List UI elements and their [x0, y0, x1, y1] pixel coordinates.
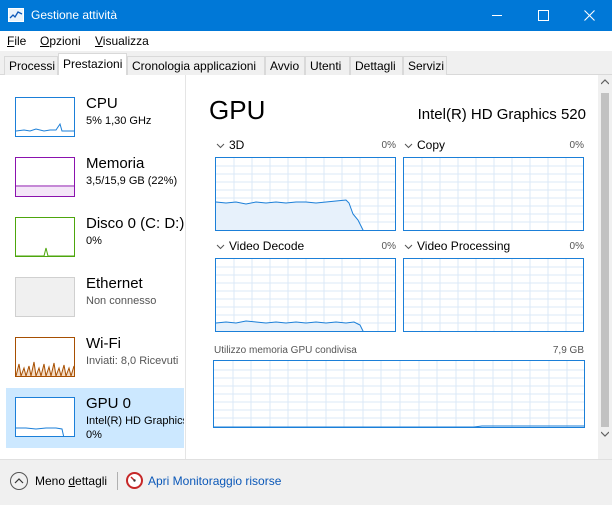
minimize-icon	[492, 15, 502, 16]
tab-processes[interactable]: Processi	[4, 56, 58, 75]
sidebar-subtitle: Inviati: 8,0 Ricevuti	[86, 355, 179, 367]
sidebar-item-cpu[interactable]: CPU 5% 1,30 GHz	[6, 88, 184, 148]
sidebar-subtitle: 5% 1,30 GHz	[86, 115, 152, 127]
tab-bar: Processi Prestazioni Cronologia applicaz…	[0, 51, 612, 76]
chevron-down-icon	[404, 138, 414, 152]
menu-options[interactable]: Opzioni	[40, 34, 81, 48]
graph-video-processing-plot	[404, 259, 583, 331]
sidebar-title: Wi-Fi	[86, 335, 121, 352]
graph-3d-plot	[216, 158, 395, 230]
engine-percent-video-decode: 0%	[381, 241, 396, 252]
ethernet-thumbnail	[15, 277, 75, 317]
graph-video-decode-plot	[216, 259, 395, 331]
tab-app-history[interactable]: Cronologia applicazioni	[127, 56, 265, 75]
menu-view[interactable]: Visualizza	[95, 34, 149, 48]
task-manager-icon	[8, 8, 24, 22]
scroll-thumb[interactable]	[601, 93, 609, 427]
gpu-model-name: Intel(R) HD Graphics 520	[417, 106, 586, 123]
engine-percent-3d: 0%	[381, 140, 396, 151]
chevron-down-icon	[404, 239, 414, 253]
gpu-thumbnail	[15, 397, 75, 437]
memory-thumbnail	[15, 157, 75, 197]
engine-selector-copy[interactable]: Copy	[404, 138, 445, 152]
sidebar-item-ethernet[interactable]: Ethernet Non connesso	[6, 268, 184, 328]
maximize-icon	[538, 10, 549, 21]
gpu-details: GPU Intel(R) HD Graphics 520 3D 0% Copy …	[186, 75, 598, 459]
close-button[interactable]	[566, 0, 612, 31]
sidebar-item-disk[interactable]: Disco 0 (C: D:) 0%	[6, 208, 184, 268]
disk-thumbnail	[15, 217, 75, 257]
window-title: Gestione attività	[31, 8, 118, 22]
title-bar[interactable]: Gestione attività	[0, 0, 612, 31]
close-icon	[584, 10, 595, 21]
tab-services[interactable]: Servizi	[403, 56, 447, 75]
performance-panel: CPU 5% 1,30 GHz Memoria 3,5/15,9 GB (22%…	[0, 75, 612, 459]
sidebar-item-gpu[interactable]: GPU 0 Intel(R) HD Graphics 0%	[6, 388, 184, 448]
sidebar-item-memory[interactable]: Memoria 3,5/15,9 GB (22%)	[6, 148, 184, 208]
graph-copy-plot	[404, 158, 583, 230]
graph-copy	[403, 157, 584, 231]
engine-percent-video-processing: 0%	[569, 241, 584, 252]
wifi-thumbnail	[15, 337, 75, 377]
fewer-details-button[interactable]: Meno dettagli	[35, 474, 107, 488]
sidebar-subtitle: Non connesso	[86, 295, 157, 307]
scroll-down-icon[interactable]	[601, 431, 609, 437]
graph-video-processing	[403, 258, 584, 332]
resource-list: CPU 5% 1,30 GHz Memoria 3,5/15,9 GB (22%…	[0, 75, 186, 459]
tab-startup[interactable]: Avvio	[265, 56, 305, 75]
menu-file[interactable]: File	[7, 34, 26, 48]
sidebar-item-wifi[interactable]: Wi-Fi Inviati: 8,0 Ricevuti	[6, 328, 184, 388]
shared-memory-value: 7,9 GB	[552, 345, 584, 356]
graph-shared-memory	[213, 360, 585, 428]
menu-bar: File Opzioni Visualizza	[0, 31, 612, 51]
sidebar-subtitle: Intel(R) HD Graphics	[86, 415, 184, 427]
engine-selector-video-decode[interactable]: Video Decode	[216, 239, 304, 253]
graph-video-decode	[215, 258, 396, 332]
page-title: GPU	[209, 95, 266, 125]
cpu-thumbnail	[15, 97, 75, 137]
shared-memory-label: Utilizzo memoria GPU condivisa	[214, 345, 357, 356]
chevron-up-icon[interactable]	[10, 472, 28, 490]
chevron-down-icon	[216, 239, 226, 253]
sidebar-title: Memoria	[86, 155, 145, 172]
sidebar-title: Ethernet	[86, 275, 143, 292]
engine-percent-copy: 0%	[569, 140, 584, 151]
tab-details[interactable]: Dettagli	[350, 56, 403, 75]
resource-monitor-icon	[126, 472, 143, 489]
maximize-button[interactable]	[520, 0, 566, 31]
engine-selector-3d[interactable]: 3D	[216, 138, 244, 152]
footer-bar: Meno dettagli Apri Monitoraggio risorse	[0, 459, 612, 505]
sidebar-subtitle: 3,5/15,9 GB (22%)	[86, 175, 178, 187]
tab-performance[interactable]: Prestazioni	[58, 53, 127, 76]
footer-separator	[117, 472, 118, 490]
chevron-down-icon	[216, 138, 226, 152]
graph-3d	[215, 157, 396, 231]
open-resource-monitor-link[interactable]: Apri Monitoraggio risorse	[148, 474, 281, 488]
sidebar-title: GPU 0	[86, 395, 132, 412]
vertical-scrollbar[interactable]	[598, 75, 612, 459]
sidebar-subtitle-2: 0%	[86, 429, 102, 441]
engine-selector-video-processing[interactable]: Video Processing	[404, 239, 510, 253]
graph-shared-memory-plot	[214, 361, 584, 427]
minimize-button[interactable]	[474, 0, 520, 31]
sidebar-title: Disco 0 (C: D:)	[86, 215, 185, 232]
scroll-up-icon[interactable]	[601, 79, 609, 85]
sidebar-title: CPU	[86, 95, 118, 112]
sidebar-subtitle: 0%	[86, 235, 102, 247]
tab-users[interactable]: Utenti	[305, 56, 350, 75]
